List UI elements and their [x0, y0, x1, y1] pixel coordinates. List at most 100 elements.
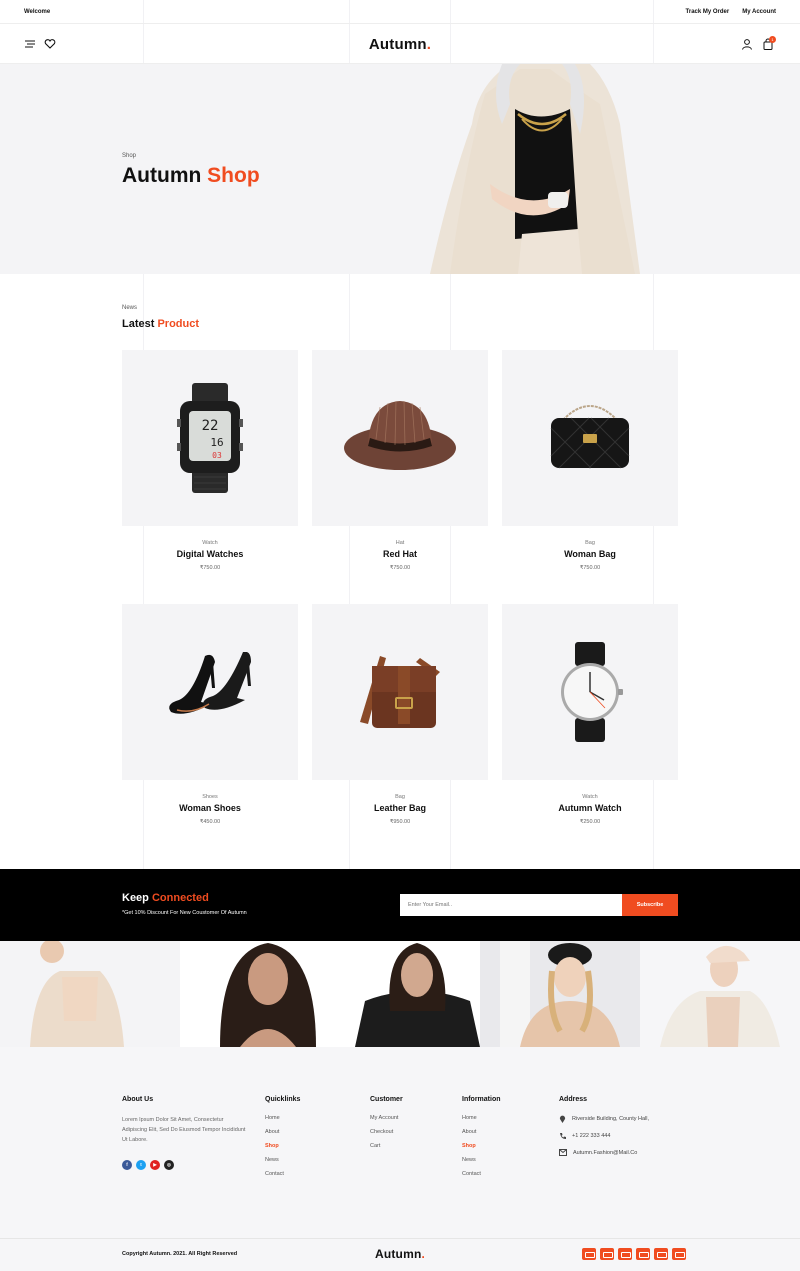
footer-link-my-account[interactable]: My Account — [370, 1115, 403, 1121]
footer-link-home[interactable]: Home — [462, 1115, 501, 1121]
payment-card-icon — [654, 1248, 668, 1260]
footer-heading: Quicklinks — [265, 1096, 301, 1103]
gallery-image[interactable] — [180, 941, 355, 1047]
newsletter-title-plain: Keep — [122, 892, 149, 904]
breadcrumb[interactable]: Shop — [122, 153, 136, 159]
address-text: Riverside Building, County Hall, — [572, 1116, 650, 1122]
payment-card-icon — [672, 1248, 686, 1260]
footer-heading: About Us — [122, 1096, 154, 1103]
phone-icon — [560, 1133, 566, 1140]
analog-watch-image — [561, 642, 623, 742]
product-image[interactable] — [502, 350, 678, 526]
product-image[interactable] — [502, 604, 678, 780]
product-category: Bag — [585, 540, 595, 546]
footer-about: About Us Lorem Ipsum Dolor Sit Amet, Con… — [122, 1096, 247, 1170]
svg-text:03: 03 — [212, 451, 222, 460]
logo-dot: . — [421, 1247, 426, 1261]
gallery-image[interactable] — [480, 941, 640, 1047]
logo-dot: . — [426, 36, 432, 53]
track-order-link[interactable]: Track My Order — [686, 9, 730, 15]
newsletter-section: Keep Connected *Get 10% Discount For New… — [0, 869, 800, 941]
footer-customer: Customer My Account Checkout Cart — [370, 1096, 403, 1157]
model-image — [660, 945, 780, 1047]
product-card[interactable]: Bag Woman Bag ₹750.00 — [502, 350, 678, 571]
phone-text[interactable]: +1 222 333 444 — [572, 1133, 610, 1139]
gallery-image[interactable] — [640, 941, 800, 1047]
product-card[interactable]: Shoes Woman Shoes ₹450.00 — [122, 604, 298, 825]
footer-heading: Customer — [370, 1096, 403, 1103]
footer-bottom-bar: Copyright Autumn. 2021. All Right Reserv… — [0, 1238, 800, 1271]
user-icon[interactable] — [741, 38, 753, 50]
footer-link-checkout[interactable]: Checkout — [370, 1129, 403, 1135]
address-row: Riverside Building, County Hall, — [559, 1115, 649, 1123]
youtube-icon[interactable]: ▶ — [150, 1160, 160, 1170]
newsletter-title: Keep Connected — [122, 892, 209, 904]
footer-link-home[interactable]: Home — [265, 1115, 300, 1121]
site-logo[interactable]: Autumn. — [0, 36, 800, 53]
product-name[interactable]: Woman Bag — [502, 549, 678, 559]
product-name[interactable]: Woman Shoes — [122, 803, 298, 813]
twitter-icon[interactable]: t — [136, 1160, 146, 1170]
email-text[interactable]: Autumn.Fashion@Mail.Co — [573, 1150, 637, 1156]
email-input[interactable] — [400, 894, 622, 916]
product-name[interactable]: Leather Bag — [312, 803, 488, 813]
product-card[interactable]: Watch Autumn Watch ₹250.00 — [502, 604, 678, 825]
gallery-image[interactable] — [355, 941, 480, 1047]
my-account-link[interactable]: My Account — [742, 9, 776, 15]
model-image — [30, 941, 124, 1047]
newsletter-subtitle: *Get 10% Discount For New Coustomer Of A… — [122, 910, 247, 916]
gallery-image[interactable] — [0, 941, 180, 1047]
title-plain: Autumn — [122, 164, 202, 187]
product-image[interactable] — [122, 604, 298, 780]
product-name[interactable]: Autumn Watch — [502, 803, 678, 813]
footer-link-cart[interactable]: Cart — [370, 1143, 403, 1149]
digital-watch-image: 22 16 03 — [177, 383, 243, 493]
product-price: ₹450.00 — [199, 819, 221, 825]
location-pin-icon — [559, 1115, 566, 1123]
payment-card-icon — [600, 1248, 614, 1260]
section-breadcrumb: News — [122, 305, 138, 311]
page-title: Autumn Shop — [122, 164, 260, 188]
hero-banner: Shop Autumn Shop — [0, 64, 800, 274]
footer-link-contact[interactable]: Contact — [265, 1171, 300, 1177]
logo-text: Autumn — [374, 1247, 422, 1261]
section-title-plain: Latest — [122, 318, 155, 330]
product-card[interactable]: 22 16 03 Watch Digital Watches ₹750.00 — [122, 350, 298, 571]
model-image — [500, 941, 620, 1047]
product-image[interactable] — [312, 350, 488, 526]
subscribe-button[interactable]: Subscribe — [622, 894, 678, 916]
footer-link-about[interactable]: About — [462, 1129, 501, 1135]
product-category: Shoes — [202, 794, 218, 800]
footer-link-about[interactable]: About — [265, 1129, 300, 1135]
section-title: Latest Product — [122, 318, 199, 330]
newsletter-title-accent: Connected — [151, 892, 209, 904]
product-card[interactable]: Bag Leather Bag ₹950.00 — [312, 604, 488, 825]
top-bar: Welcome Track My Order My Account — [0, 0, 800, 24]
cart-count-badge: 1 — [769, 36, 776, 43]
page: Welcome Track My Order My Account Autumn… — [0, 0, 800, 1271]
payment-card-icon — [582, 1248, 596, 1260]
footer-quicklinks: Quicklinks Home About Shop News Contact — [265, 1096, 300, 1185]
product-name[interactable]: Red Hat — [312, 549, 488, 559]
footer-link-news[interactable]: News — [265, 1157, 300, 1163]
product-name[interactable]: Digital Watches — [122, 549, 298, 559]
product-category: Bag — [395, 794, 405, 800]
product-price: ₹750.00 — [579, 565, 601, 571]
instagram-icon[interactable]: ◎ — [164, 1160, 174, 1170]
footer-link-contact[interactable]: Contact — [462, 1171, 501, 1177]
product-category: Watch — [582, 794, 598, 800]
about-text: Lorem Ipsum Dolor Sit Amet, Consectetur … — [122, 1117, 246, 1143]
footer-link-news[interactable]: News — [462, 1157, 501, 1163]
svg-text:22: 22 — [202, 418, 219, 434]
svg-text:16: 16 — [210, 436, 223, 449]
section-title-accent: Product — [157, 318, 200, 330]
product-image[interactable]: 22 16 03 — [122, 350, 298, 526]
quilted-bag-image — [550, 405, 630, 469]
footer-link-shop[interactable]: Shop — [265, 1143, 300, 1149]
hero-model-image — [430, 64, 640, 274]
product-image[interactable] — [312, 604, 488, 780]
facebook-icon[interactable]: f — [122, 1160, 132, 1170]
product-category: Hat — [395, 540, 405, 546]
footer-link-shop[interactable]: Shop — [462, 1143, 501, 1149]
product-card[interactable]: Hat Red Hat ₹750.00 — [312, 350, 488, 571]
